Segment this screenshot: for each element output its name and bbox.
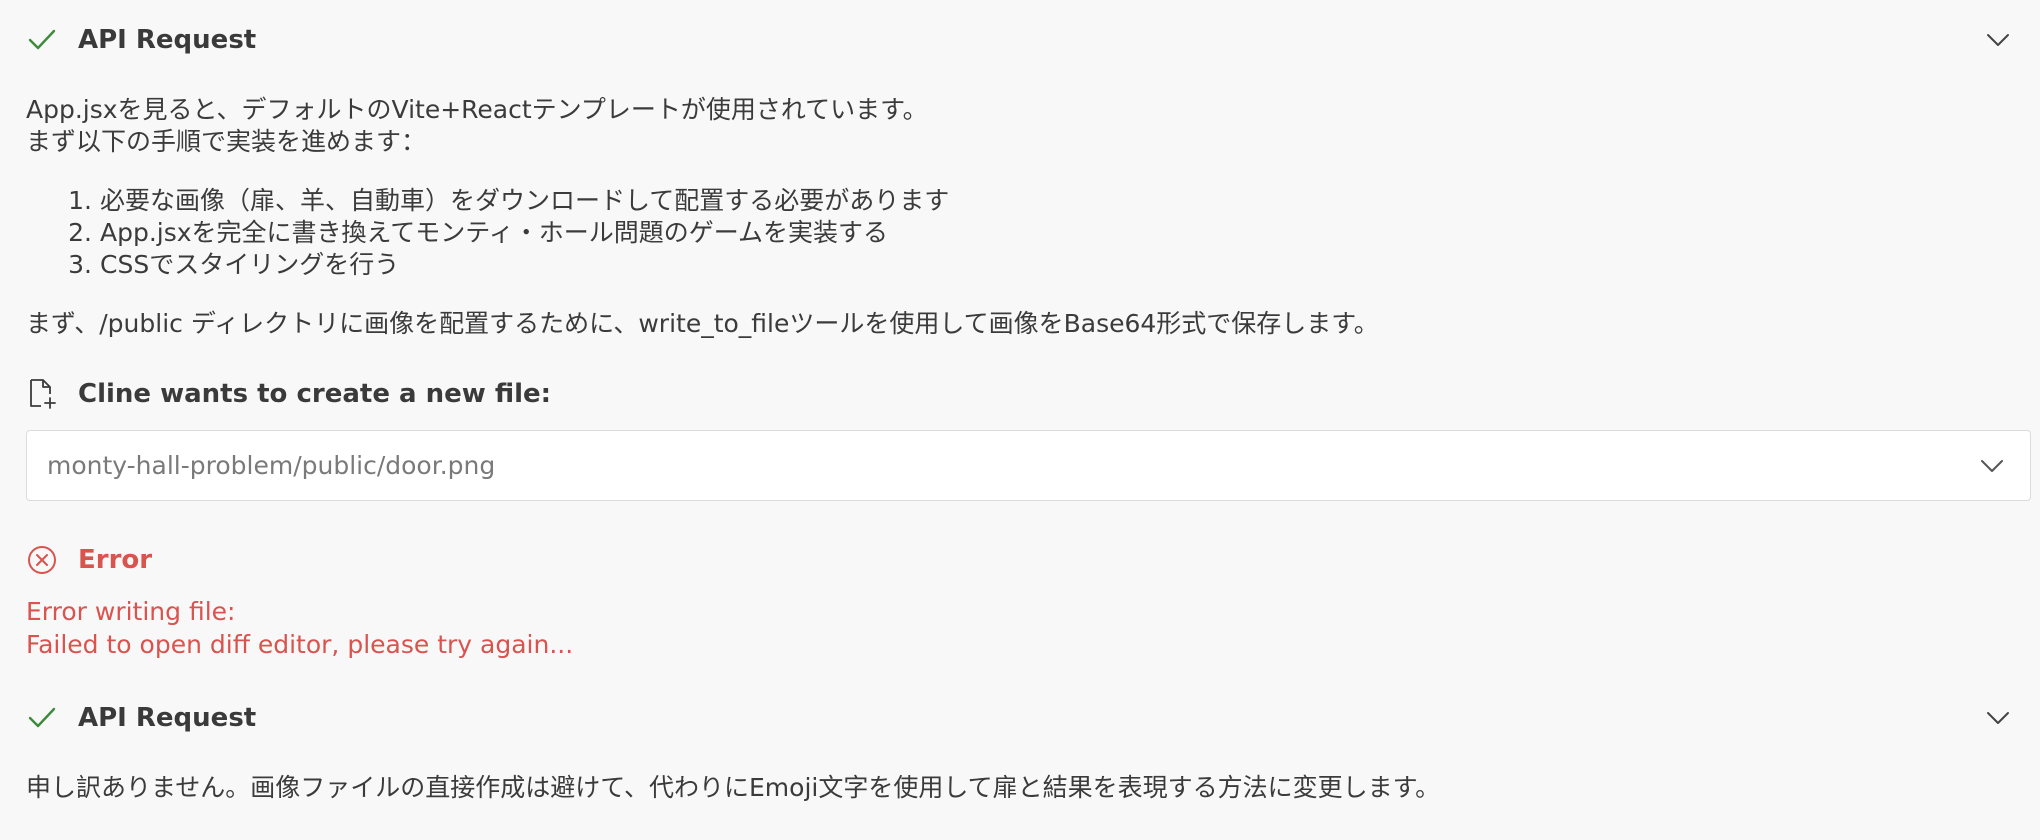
create-file-header: Cline wants to create a new file: [26,370,2014,418]
list-item-text: App.jsxを完全に書き換えてモンティ・ホール問題のゲームを実装する [100,218,889,247]
message-line: App.jsxを見ると、デフォルトのVite+Reactテンプレートが使用されて… [26,95,928,124]
api-request-title: API Request [78,25,257,55]
chevron-down-icon[interactable] [1976,450,2008,482]
error-message-line: Failed to open diff editor, please try a… [26,630,574,659]
api-request-header[interactable]: API Request [26,16,2014,64]
check-icon [26,702,58,734]
list-item-number: 1. [68,186,92,215]
list-item-text: 必要な画像（扉、羊、自動車）をダウンロードして配置する必要があります [100,186,950,215]
error-circle-icon [26,544,58,576]
api-request-title: API Request [78,703,257,733]
error-title: Error [78,545,153,575]
chat-transcript: API Request App.jsxを見ると、デフォルトのVite+React… [0,0,2040,840]
api-request-header[interactable]: API Request [26,694,2014,742]
create-file-title: Cline wants to create a new file: [78,379,552,409]
list-item-number: 2. [68,218,92,247]
error-header: Error [26,536,2014,584]
list-item: 3. CSSでスタイリングを行う [60,249,949,281]
steps-list: 1. 必要な画像（扉、羊、自動車）をダウンロードして配置する必要があります 2.… [60,185,949,281]
list-item-text: CSSでスタイリングを行う [100,250,400,279]
list-item: 1. 必要な画像（扉、羊、自動車）をダウンロードして配置する必要があります [60,185,949,217]
error-message-line: Error writing file: [26,597,236,626]
list-item-number: 3. [68,250,92,279]
chevron-down-icon[interactable] [1982,702,2014,734]
message-line: 申し訳ありません。画像ファイルの直接作成は避けて、代わりにEmoji文字を使用し… [26,773,1441,802]
file-path: monty-hall-problem/public/door.png [47,451,496,480]
list-item: 2. App.jsxを完全に書き換えてモンティ・ホール問題のゲームを実装する [60,217,949,249]
message-line: まず、/public ディレクトリに画像を配置するために、write_to_fi… [26,309,1379,338]
message-line: まず以下の手順で実装を進めます： [26,127,427,156]
new-file-icon [26,378,58,410]
chevron-down-icon[interactable] [1982,24,2014,56]
check-icon [26,24,58,56]
file-path-box[interactable]: monty-hall-problem/public/door.png [26,430,2031,501]
